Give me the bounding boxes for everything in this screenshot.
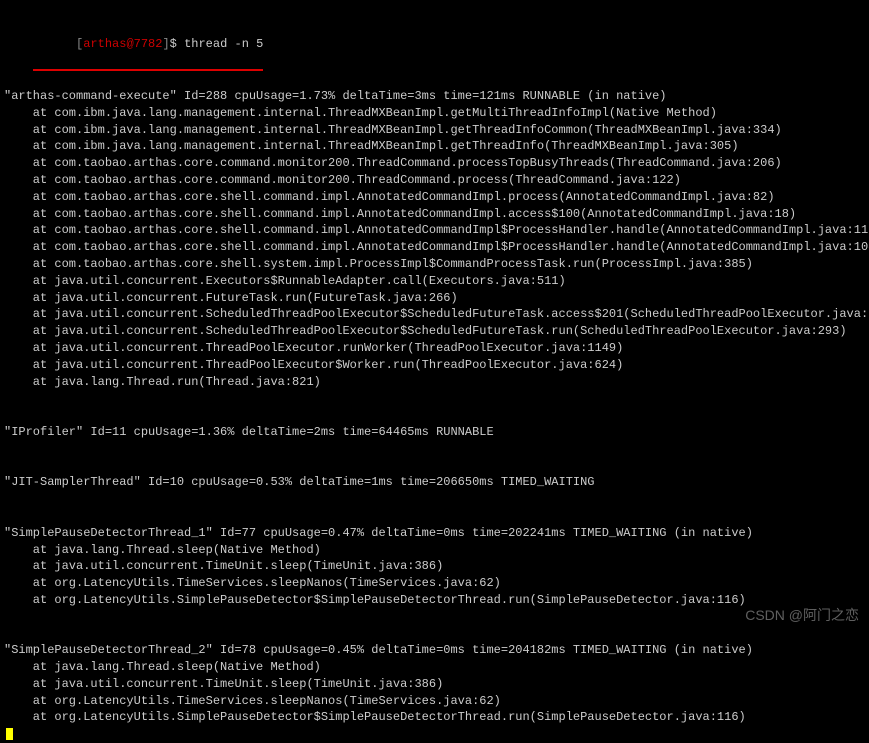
cursor-icon xyxy=(6,728,13,740)
blank-line xyxy=(4,441,865,458)
stack-line: at com.taobao.arthas.core.shell.command.… xyxy=(4,189,865,206)
thread-block-4: "SimplePauseDetectorThread_2" Id=78 cpuU… xyxy=(4,642,865,726)
stack-line: at com.taobao.arthas.core.command.monito… xyxy=(4,155,865,172)
stack-line: at java.lang.Thread.sleep(Native Method) xyxy=(4,542,865,559)
stack-line: at org.LatencyUtils.TimeServices.sleepNa… xyxy=(4,575,865,592)
stack-line: at java.util.concurrent.ThreadPoolExecut… xyxy=(4,340,865,357)
stack-line: at com.taobao.arthas.core.shell.command.… xyxy=(4,222,865,239)
stack-line: at org.LatencyUtils.SimplePauseDetector$… xyxy=(4,709,865,726)
prompt-dollar: $ xyxy=(170,37,177,51)
prompt-user: arthas xyxy=(83,37,126,51)
blank-line xyxy=(4,407,865,424)
prompt-line[interactable]: [arthas@7782]$ thread -n 5 xyxy=(4,2,865,88)
thread-block-3: "SimplePauseDetectorThread_1" Id=77 cpuU… xyxy=(4,525,865,609)
prompt-at: @ xyxy=(126,37,133,51)
blank-line xyxy=(4,390,865,407)
stack-line: at java.lang.Thread.run(Thread.java:821) xyxy=(4,374,865,391)
thread-block-1: "IProfiler" Id=11 cpuUsage=1.36% deltaTi… xyxy=(4,424,865,441)
thread-header: "arthas-command-execute" Id=288 cpuUsage… xyxy=(4,88,865,105)
stack-line: at java.util.concurrent.TimeUnit.sleep(T… xyxy=(4,558,865,575)
stack-line: at java.util.concurrent.TimeUnit.sleep(T… xyxy=(4,676,865,693)
blank-line xyxy=(4,491,865,508)
stack-line: at com.ibm.java.lang.management.internal… xyxy=(4,138,865,155)
thread-header: "SimplePauseDetectorThread_2" Id=78 cpuU… xyxy=(4,642,865,659)
watermark-text: CSDN @阿门之恋 xyxy=(745,606,859,626)
stack-line: at com.taobao.arthas.core.shell.command.… xyxy=(4,239,865,256)
stack-line: at java.util.concurrent.FutureTask.run(F… xyxy=(4,290,865,307)
blank-line xyxy=(4,609,865,626)
stack-line: at com.ibm.java.lang.management.internal… xyxy=(4,122,865,139)
stack-line: at java.util.concurrent.ScheduledThreadP… xyxy=(4,306,865,323)
command-input[interactable]: thread -n 5 xyxy=(184,37,263,51)
stack-line: at org.LatencyUtils.TimeServices.sleepNa… xyxy=(4,693,865,710)
blank-line xyxy=(4,625,865,642)
prompt-host: 7782 xyxy=(134,37,163,51)
blank-line xyxy=(4,458,865,475)
thread-header: "JIT-SamplerThread" Id=10 cpuUsage=0.53%… xyxy=(4,474,865,491)
stack-line: at com.ibm.java.lang.management.internal… xyxy=(4,105,865,122)
thread-header: "IProfiler" Id=11 cpuUsage=1.36% deltaTi… xyxy=(4,424,865,441)
thread-header: "SimplePauseDetectorThread_1" Id=77 cpuU… xyxy=(4,525,865,542)
blank-line xyxy=(4,508,865,525)
stack-line: at com.taobao.arthas.core.shell.command.… xyxy=(4,206,865,223)
stack-line: at com.taobao.arthas.core.command.monito… xyxy=(4,172,865,189)
stack-line: at java.lang.Thread.sleep(Native Method) xyxy=(4,659,865,676)
stack-line: at java.util.concurrent.ScheduledThreadP… xyxy=(4,323,865,340)
prompt-close-bracket: ] xyxy=(162,37,169,51)
thread-block-2: "JIT-SamplerThread" Id=10 cpuUsage=0.53%… xyxy=(4,474,865,491)
stack-line: at java.util.concurrent.ThreadPoolExecut… xyxy=(4,357,865,374)
thread-block-0: "arthas-command-execute" Id=288 cpuUsage… xyxy=(4,88,865,390)
stack-line: at java.util.concurrent.Executors$Runnab… xyxy=(4,273,865,290)
stack-line: at org.LatencyUtils.SimplePauseDetector$… xyxy=(4,592,865,609)
stack-line: at com.taobao.arthas.core.shell.system.i… xyxy=(4,256,865,273)
